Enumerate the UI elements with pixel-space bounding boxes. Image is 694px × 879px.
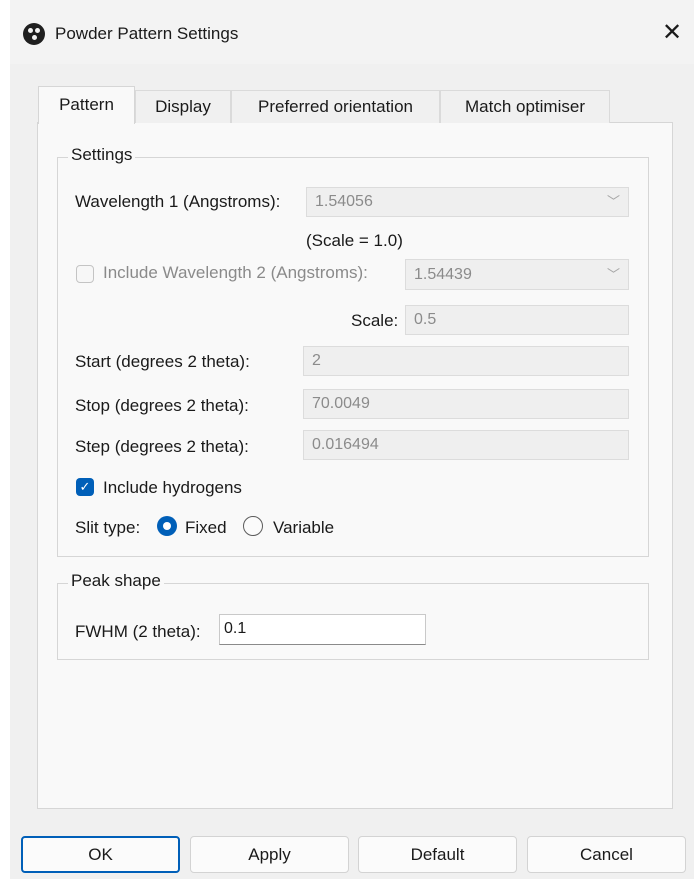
slit-variable-label: Variable (273, 518, 335, 537)
tab-match-optimiser[interactable]: Match optimiser (440, 90, 610, 123)
tab-pattern[interactable]: Pattern (38, 86, 135, 124)
start-field[interactable]: 2 (303, 346, 629, 376)
slit-fixed-radio[interactable] (157, 516, 177, 536)
apply-button[interactable]: Apply (190, 836, 349, 873)
window-left-edge (0, 0, 10, 879)
step-field[interactable]: 0.016494 (303, 430, 629, 460)
peak-shape-group-title: Peak shape (68, 571, 164, 591)
tab-display[interactable]: Display (135, 90, 231, 123)
include-hydrogens-label: Include hydrogens (103, 478, 242, 497)
app-icon (23, 23, 45, 45)
fwhm-label: FWHM (2 theta): (75, 622, 201, 641)
include-wavelength2-checkbox[interactable] (76, 265, 94, 283)
chevron-down-icon: ﹀ (606, 194, 620, 209)
scale-note: (Scale = 1.0) (306, 231, 403, 250)
scale-field[interactable]: 0.5 (405, 305, 629, 335)
tab-preferred-orientation[interactable]: Preferred orientation (231, 90, 440, 123)
settings-group-title: Settings (68, 145, 136, 165)
cancel-button[interactable]: Cancel (527, 836, 686, 873)
wavelength2-combo[interactable]: 1.54439 ﹀ (405, 259, 629, 290)
stop-field[interactable]: 70.0049 (303, 389, 629, 419)
scale-label: Scale: (351, 311, 399, 330)
default-button[interactable]: Default (358, 836, 517, 873)
window-title: Powder Pattern Settings (55, 24, 239, 43)
fwhm-input[interactable]: 0.1 (219, 614, 426, 645)
slit-type-label: Slit type: (75, 518, 141, 537)
checkmark-icon: ✓ (79, 479, 91, 494)
wavelength2-value: 1.54439 (414, 266, 472, 283)
slit-fixed-label: Fixed (185, 518, 227, 537)
start-label: Start (degrees 2 theta): (75, 352, 250, 371)
slit-variable-radio[interactable] (243, 516, 263, 536)
ok-button[interactable]: OK (21, 836, 180, 873)
chevron-down-icon: ﹀ (606, 267, 620, 282)
wavelength1-value: 1.54056 (315, 193, 373, 210)
close-icon[interactable]: ✕ (655, 18, 689, 48)
wavelength1-label: Wavelength 1 (Angstroms): (75, 192, 281, 211)
wavelength1-combo[interactable]: 1.54056 ﹀ (306, 187, 629, 217)
stop-label: Stop (degrees 2 theta): (75, 396, 249, 415)
step-label: Step (degrees 2 theta): (75, 437, 249, 456)
include-hydrogens-checkbox[interactable]: ✓ (76, 478, 94, 496)
include-wavelength2-label: Include Wavelength 2 (Angstroms): (103, 263, 368, 282)
